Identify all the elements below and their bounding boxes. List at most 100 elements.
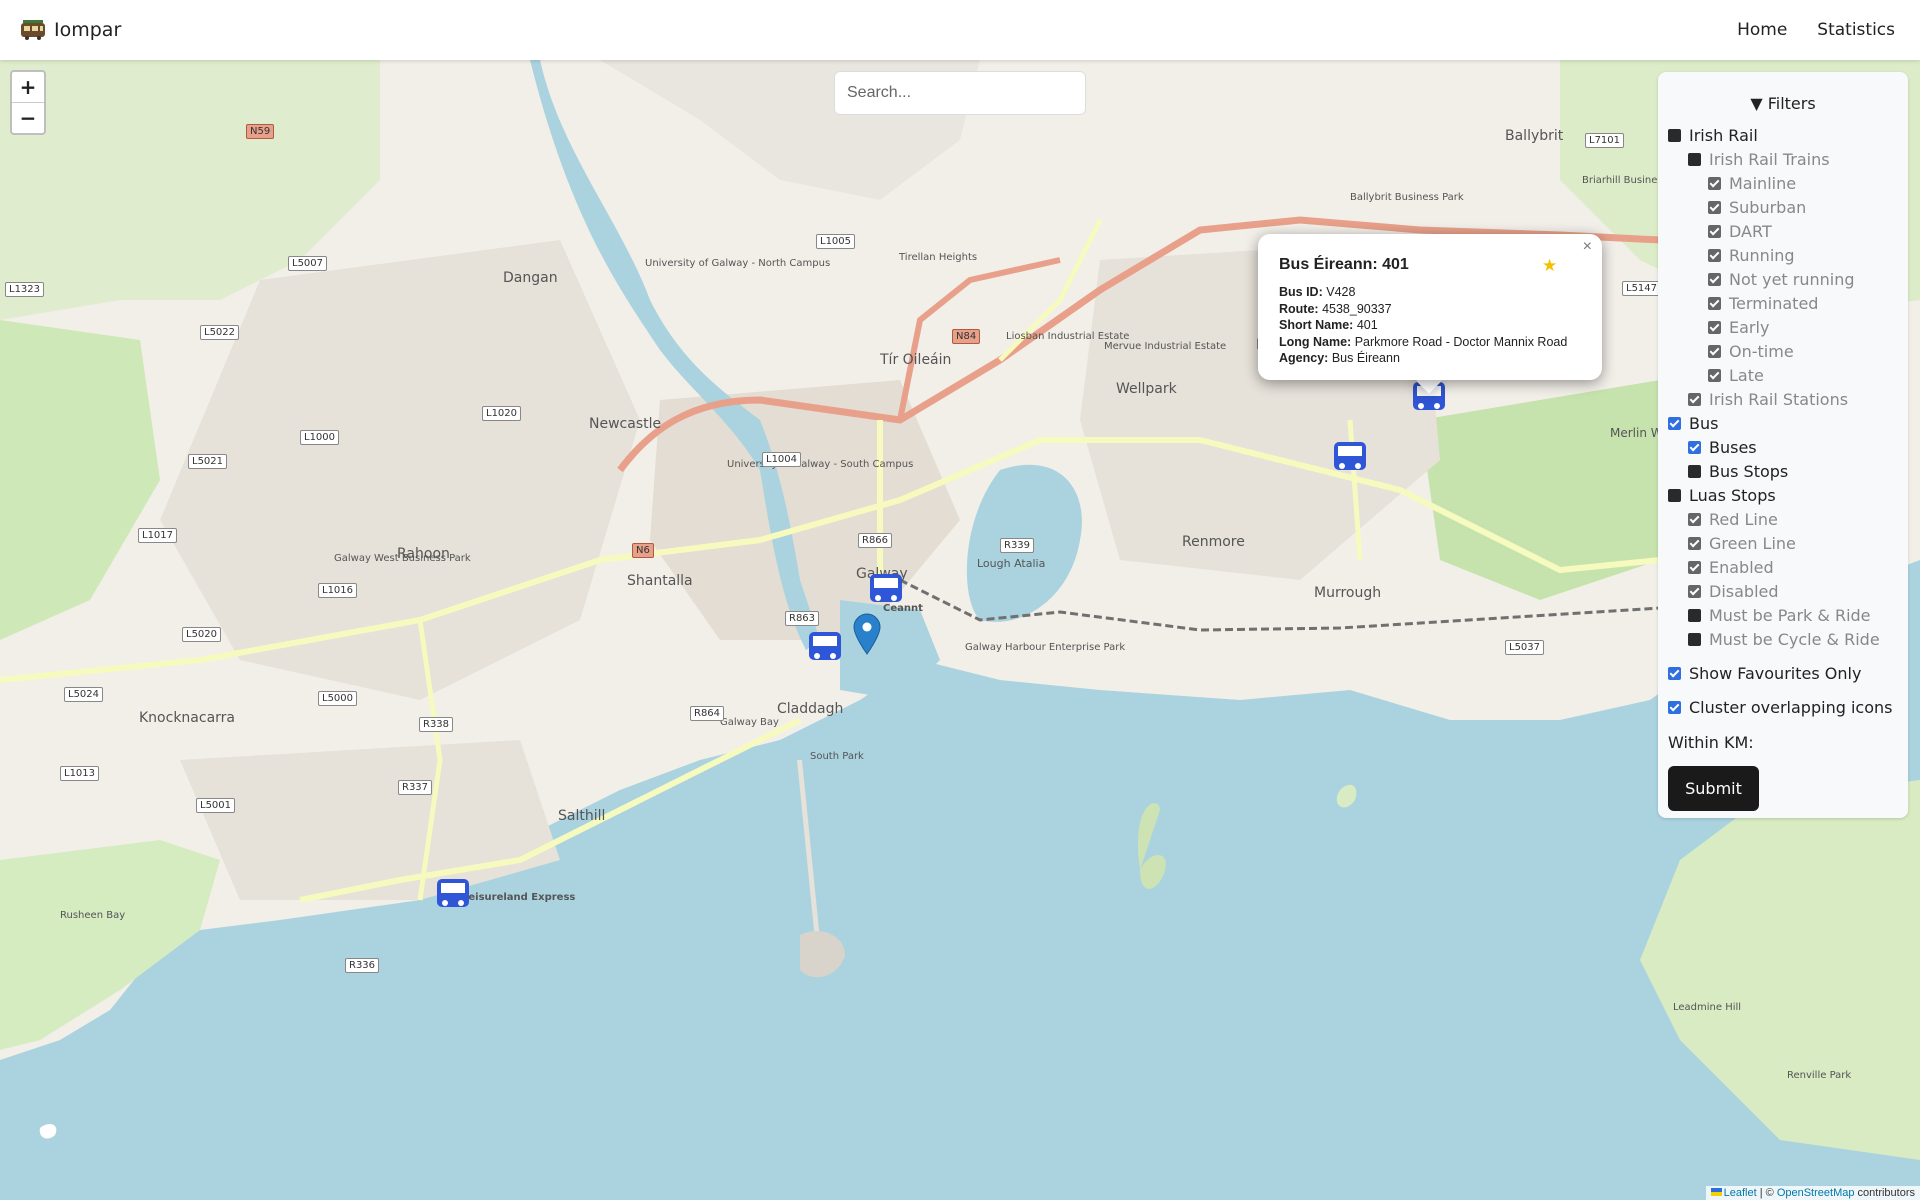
checkbox[interactable]: [1688, 441, 1701, 454]
road-shield: R336: [345, 958, 380, 973]
filter-not-yet-running[interactable]: Not yet running: [1708, 270, 1855, 289]
popup-field-value: Bus Éireann: [1331, 351, 1400, 366]
checkbox[interactable]: [1708, 177, 1721, 190]
nav-home-link[interactable]: Home: [1722, 20, 1802, 40]
road-shield: L1017: [138, 528, 178, 543]
filter-mainline[interactable]: Mainline: [1708, 174, 1796, 193]
filter-label: Red Line: [1709, 510, 1778, 529]
filter-label: Irish Rail Stations: [1709, 390, 1849, 409]
checkbox[interactable]: [1668, 701, 1681, 714]
filter-early[interactable]: Early: [1708, 318, 1769, 337]
road-shield: N84: [952, 329, 981, 344]
filter-irish-rail-stations[interactable]: Irish Rail Stations: [1688, 390, 1848, 409]
filter-dart[interactable]: DART: [1708, 222, 1772, 241]
popup-field-value: 401: [1356, 318, 1378, 333]
checkbox[interactable]: [1668, 129, 1681, 142]
filter-label: Suburban: [1729, 198, 1807, 217]
filter-label: Enabled: [1709, 558, 1774, 577]
filter-terminated[interactable]: Terminated: [1708, 294, 1818, 313]
bus-marker-icon[interactable]: [809, 632, 841, 660]
filter-cluster-overlapping-icons[interactable]: Cluster overlapping icons: [1668, 698, 1892, 717]
filter-buses[interactable]: Buses: [1688, 438, 1757, 457]
filter-label: Bus Stops: [1709, 462, 1789, 481]
filter-show-favourites-only[interactable]: Show Favourites Only: [1668, 664, 1861, 683]
road-shield: L1020: [482, 406, 522, 421]
vehicle-layer: [437, 382, 1445, 907]
filter-irish-rail[interactable]: Irish Rail: [1668, 126, 1758, 145]
filter-bus-stops[interactable]: Bus Stops: [1688, 462, 1788, 481]
checkbox[interactable]: [1688, 153, 1701, 166]
checkbox[interactable]: [1688, 633, 1701, 646]
top-navbar: Iompar Home Statistics: [0, 0, 1920, 60]
filter-must-be-cycle-ride[interactable]: Must be Cycle & Ride: [1688, 630, 1880, 649]
attribution-tail: contributors: [1854, 1187, 1915, 1199]
checkbox[interactable]: [1708, 225, 1721, 238]
road-shield: L1005: [816, 234, 856, 249]
filter-label: Bus: [1689, 414, 1719, 433]
road-shield: R864: [690, 706, 725, 721]
popup-field: Route: 4538_90337: [1279, 301, 1567, 318]
location-pin-icon[interactable]: [853, 613, 881, 655]
checkbox[interactable]: [1708, 345, 1721, 358]
filter-label: Not yet running: [1729, 270, 1855, 289]
nav-statistics-link[interactable]: Statistics: [1802, 20, 1910, 40]
road-shield: L7101: [1585, 133, 1625, 148]
filter-green-line[interactable]: Green Line: [1688, 534, 1796, 553]
brand[interactable]: Iompar: [20, 19, 121, 41]
zoom-in-button[interactable]: +: [12, 72, 44, 102]
road-shield: L5022: [200, 325, 240, 340]
checkbox[interactable]: [1688, 609, 1701, 622]
bus-marker-icon[interactable]: [1334, 442, 1366, 470]
bus-marker-icon[interactable]: [437, 879, 469, 907]
filter-late[interactable]: Late: [1708, 366, 1764, 385]
checkbox[interactable]: [1688, 561, 1701, 574]
filter-label: Must be Park & Ride: [1709, 606, 1871, 625]
filters-panel: ▼ Filters Irish Rail Irish Rail Trains Mai…: [1658, 72, 1908, 818]
filter-label: Irish Rail: [1689, 126, 1758, 145]
popup-field-value: 4538_90337: [1322, 301, 1392, 316]
zoom-out-button[interactable]: −: [12, 102, 44, 133]
filter-label: Luas Stops: [1689, 486, 1776, 505]
filter-luas-stops[interactable]: Luas Stops: [1668, 486, 1776, 505]
checkbox[interactable]: [1708, 297, 1721, 310]
checkbox[interactable]: [1688, 393, 1701, 406]
checkbox[interactable]: [1668, 667, 1681, 680]
search-input[interactable]: [834, 71, 1086, 115]
filter-must-be-park-ride[interactable]: Must be Park & Ride: [1688, 606, 1871, 625]
checkbox[interactable]: [1708, 369, 1721, 382]
osm-link[interactable]: OpenStreetMap: [1777, 1187, 1855, 1199]
filter-red-line[interactable]: Red Line: [1688, 510, 1778, 529]
filter-bus[interactable]: Bus: [1668, 414, 1718, 433]
road-shield: R337: [398, 780, 433, 795]
filter-on-time[interactable]: On-time: [1708, 342, 1794, 361]
filter-label: Terminated: [1729, 294, 1819, 313]
popup-close-button[interactable]: ×: [1583, 238, 1592, 256]
checkbox[interactable]: [1688, 513, 1701, 526]
filter-label: Running: [1729, 246, 1795, 265]
checkbox[interactable]: [1688, 465, 1701, 478]
leaflet-link[interactable]: Leaflet: [1724, 1187, 1757, 1199]
popup-field-key: Route:: [1279, 301, 1319, 316]
filter-enabled[interactable]: Enabled: [1688, 558, 1774, 577]
submit-button[interactable]: Submit: [1668, 766, 1759, 811]
filter-running[interactable]: Running: [1708, 246, 1795, 265]
bus-marker-icon[interactable]: [870, 574, 902, 602]
checkbox[interactable]: [1708, 273, 1721, 286]
checkbox[interactable]: [1708, 249, 1721, 262]
filter-suburban[interactable]: Suburban: [1708, 198, 1806, 217]
checkbox[interactable]: [1688, 585, 1701, 598]
road-shield: N6: [632, 543, 654, 558]
filter-label: Early: [1729, 318, 1770, 337]
checkbox[interactable]: [1668, 489, 1681, 502]
filters-toggle[interactable]: ▼ Filters: [1658, 94, 1908, 113]
checkbox[interactable]: [1688, 537, 1701, 550]
checkbox[interactable]: [1708, 321, 1721, 334]
checkbox[interactable]: [1708, 201, 1721, 214]
filter-irish-rail-trains[interactable]: Irish Rail Trains: [1688, 150, 1830, 169]
favourite-star-icon[interactable]: ★: [1542, 256, 1557, 276]
checkbox[interactable]: [1668, 417, 1681, 430]
filter-label: Show Favourites Only: [1689, 664, 1862, 683]
map[interactable]: Ballybrit Dangan Newcastle Tír Oileáin W…: [0, 60, 1920, 1200]
popup-field-key: Short Name:: [1279, 318, 1354, 333]
filter-disabled[interactable]: Disabled: [1688, 582, 1779, 601]
